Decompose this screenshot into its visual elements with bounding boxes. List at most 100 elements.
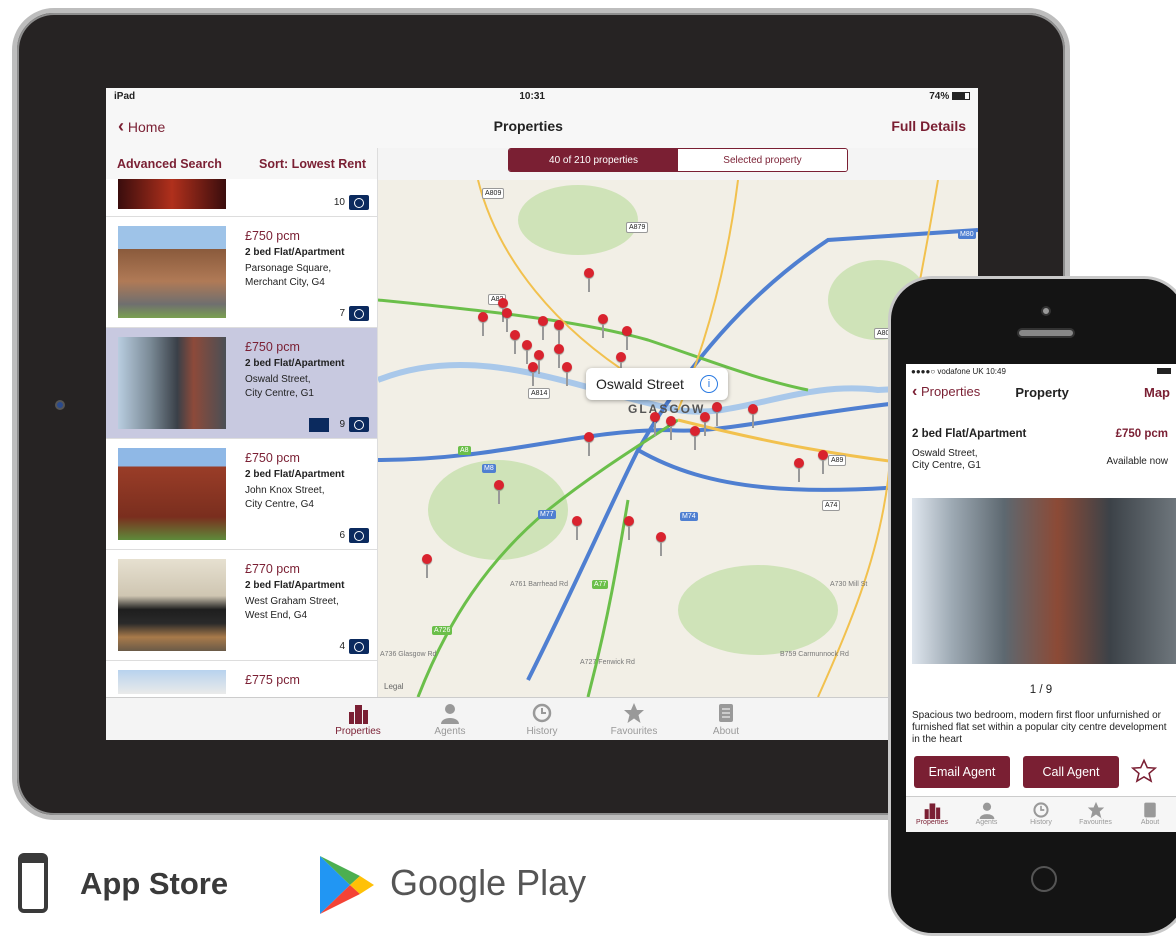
advanced-search-button[interactable]: Advanced Search [117, 157, 222, 171]
map-pin[interactable] [478, 312, 488, 336]
star-icon [1087, 801, 1104, 819]
app-store-label[interactable]: App Store [80, 866, 228, 902]
property-photo[interactable] [912, 498, 1176, 664]
map-pin[interactable] [502, 308, 512, 332]
list-item[interactable]: £750 pcm 2 bed Flat/Apartment Parsonage … [106, 217, 377, 328]
map-pin[interactable] [528, 362, 538, 386]
person-icon [979, 802, 994, 819]
favourite-star-icon[interactable] [1131, 758, 1157, 784]
listing-address: John Knox Street, City Centre, G4 [245, 485, 325, 510]
map-pin[interactable] [748, 404, 758, 428]
road-label: A89 [828, 455, 847, 466]
listing-type: 2 bed Flat/Apartment [245, 247, 345, 258]
ipad-tab-bar: Properties Agents History Favourites Abo… [106, 697, 978, 740]
list-item[interactable]: £775 pcm [106, 661, 377, 697]
map-pin[interactable] [818, 450, 828, 474]
page-title: Properties [493, 118, 563, 134]
map-pin[interactable] [494, 480, 504, 504]
listing-price: £750 pcm [245, 451, 300, 465]
map-pin[interactable] [584, 432, 594, 456]
map-pin[interactable] [794, 458, 804, 482]
tab-history[interactable]: History [496, 698, 588, 740]
map-pin[interactable] [584, 268, 594, 292]
tab-agents[interactable]: Agents [961, 801, 1013, 832]
property-list[interactable]: Advanced Search Sort: Lowest Rent 10 £75… [106, 148, 378, 697]
map-pin[interactable] [616, 352, 626, 376]
list-item[interactable]: £750 pcm 2 bed Flat/Apartment John Knox … [106, 439, 377, 550]
road-label: A761 Barrhead Rd [510, 581, 568, 588]
properties-back-button[interactable]: ‹ Properties [912, 383, 980, 401]
ipad-status-bar: iPad 10:31 74% [106, 88, 978, 104]
tab-properties[interactable]: Properties [312, 698, 404, 740]
callout-title: Oswald Street [596, 376, 684, 392]
map-pin[interactable] [650, 412, 660, 436]
segmented-control: 40 of 210 properties Selected property [508, 148, 848, 172]
segment-selected-property[interactable]: Selected property [678, 149, 847, 171]
map-pin[interactable] [522, 340, 532, 364]
history-clock-icon [532, 703, 552, 723]
google-play-icon[interactable] [316, 854, 378, 916]
legal-link[interactable]: Legal [384, 682, 404, 691]
map-pin[interactable] [422, 554, 432, 578]
email-agent-button[interactable]: Email Agent [914, 756, 1010, 788]
google-play-label[interactable]: Google Play [390, 862, 586, 904]
tab-agents[interactable]: Agents [404, 698, 496, 740]
photo-count: 4 [339, 639, 369, 654]
map-pin[interactable] [712, 402, 722, 426]
photo-count: 7 [339, 306, 369, 321]
list-item-selected[interactable]: £750 pcm 2 bed Flat/Apartment Oswald Str… [106, 328, 377, 439]
tab-favourites[interactable]: Favourites [588, 698, 680, 740]
map-pin[interactable] [554, 344, 564, 368]
list-item[interactable]: £770 pcm 2 bed Flat/Apartment West Graha… [106, 550, 377, 661]
chevron-left-icon: ‹ [118, 115, 124, 136]
segment-all-properties[interactable]: 40 of 210 properties [509, 149, 678, 171]
map-pin[interactable] [666, 416, 676, 440]
listing-price: £770 pcm [245, 562, 300, 576]
tab-about[interactable]: About [1124, 801, 1176, 832]
availability: Available now [1106, 456, 1168, 467]
map-pin[interactable] [554, 320, 564, 344]
camera-icon [349, 528, 369, 543]
home-back-button[interactable]: ‹ Home [118, 116, 165, 137]
map-pin[interactable] [700, 412, 710, 436]
tab-about[interactable]: About [680, 698, 772, 740]
tab-favourites[interactable]: Favourites [1070, 801, 1122, 832]
iphone-nav-bar: ‹ Properties Property Map [906, 378, 1176, 406]
full-details-button[interactable]: Full Details [891, 118, 966, 134]
list-item[interactable]: 10 [106, 179, 377, 217]
map-pin[interactable] [690, 426, 700, 450]
map-callout[interactable]: Oswald Street i [586, 368, 728, 400]
map-pin[interactable] [534, 350, 544, 374]
map-pin[interactable] [572, 516, 582, 540]
iphone-page-title: Property [1015, 384, 1069, 400]
map-pin[interactable] [656, 532, 666, 556]
tab-history[interactable]: History [1015, 801, 1067, 832]
map-pin[interactable] [538, 316, 548, 340]
ipad-carrier: iPad [114, 90, 136, 102]
map-pin[interactable] [510, 330, 520, 354]
map-pin[interactable] [622, 326, 632, 350]
property-photo [118, 226, 226, 318]
listing-address: Parsonage Square, Merchant City, G4 [245, 263, 332, 288]
map-button[interactable]: Map [1144, 385, 1170, 400]
photo-counter: 1 / 9 [1029, 684, 1053, 696]
iphone-carrier: ●●●●○ vodafone UK 10:49 [911, 366, 1006, 376]
info-icon[interactable]: i [700, 375, 718, 393]
map-pin[interactable] [498, 298, 508, 322]
listing-type: 2 bed Flat/Apartment [245, 580, 345, 591]
map-pin[interactable] [598, 314, 608, 338]
camera-icon [349, 417, 369, 432]
floorplan-icon [309, 417, 330, 432]
property-photo [118, 670, 226, 694]
iphone-screen: ●●●●○ vodafone UK 10:49 ‹ Properties Pro… [906, 364, 1176, 832]
map-pin[interactable] [562, 362, 572, 386]
iphone-speaker [1017, 328, 1075, 338]
iphone-home-button[interactable] [1031, 866, 1057, 892]
map-pin[interactable] [624, 516, 634, 540]
sort-button[interactable]: Sort: Lowest Rent [259, 157, 366, 171]
tab-properties[interactable]: Properties [906, 801, 958, 832]
phone-icon [18, 853, 48, 913]
property-photo [118, 179, 226, 209]
photo-count: 6 [339, 528, 369, 543]
call-agent-button[interactable]: Call Agent [1023, 756, 1119, 788]
